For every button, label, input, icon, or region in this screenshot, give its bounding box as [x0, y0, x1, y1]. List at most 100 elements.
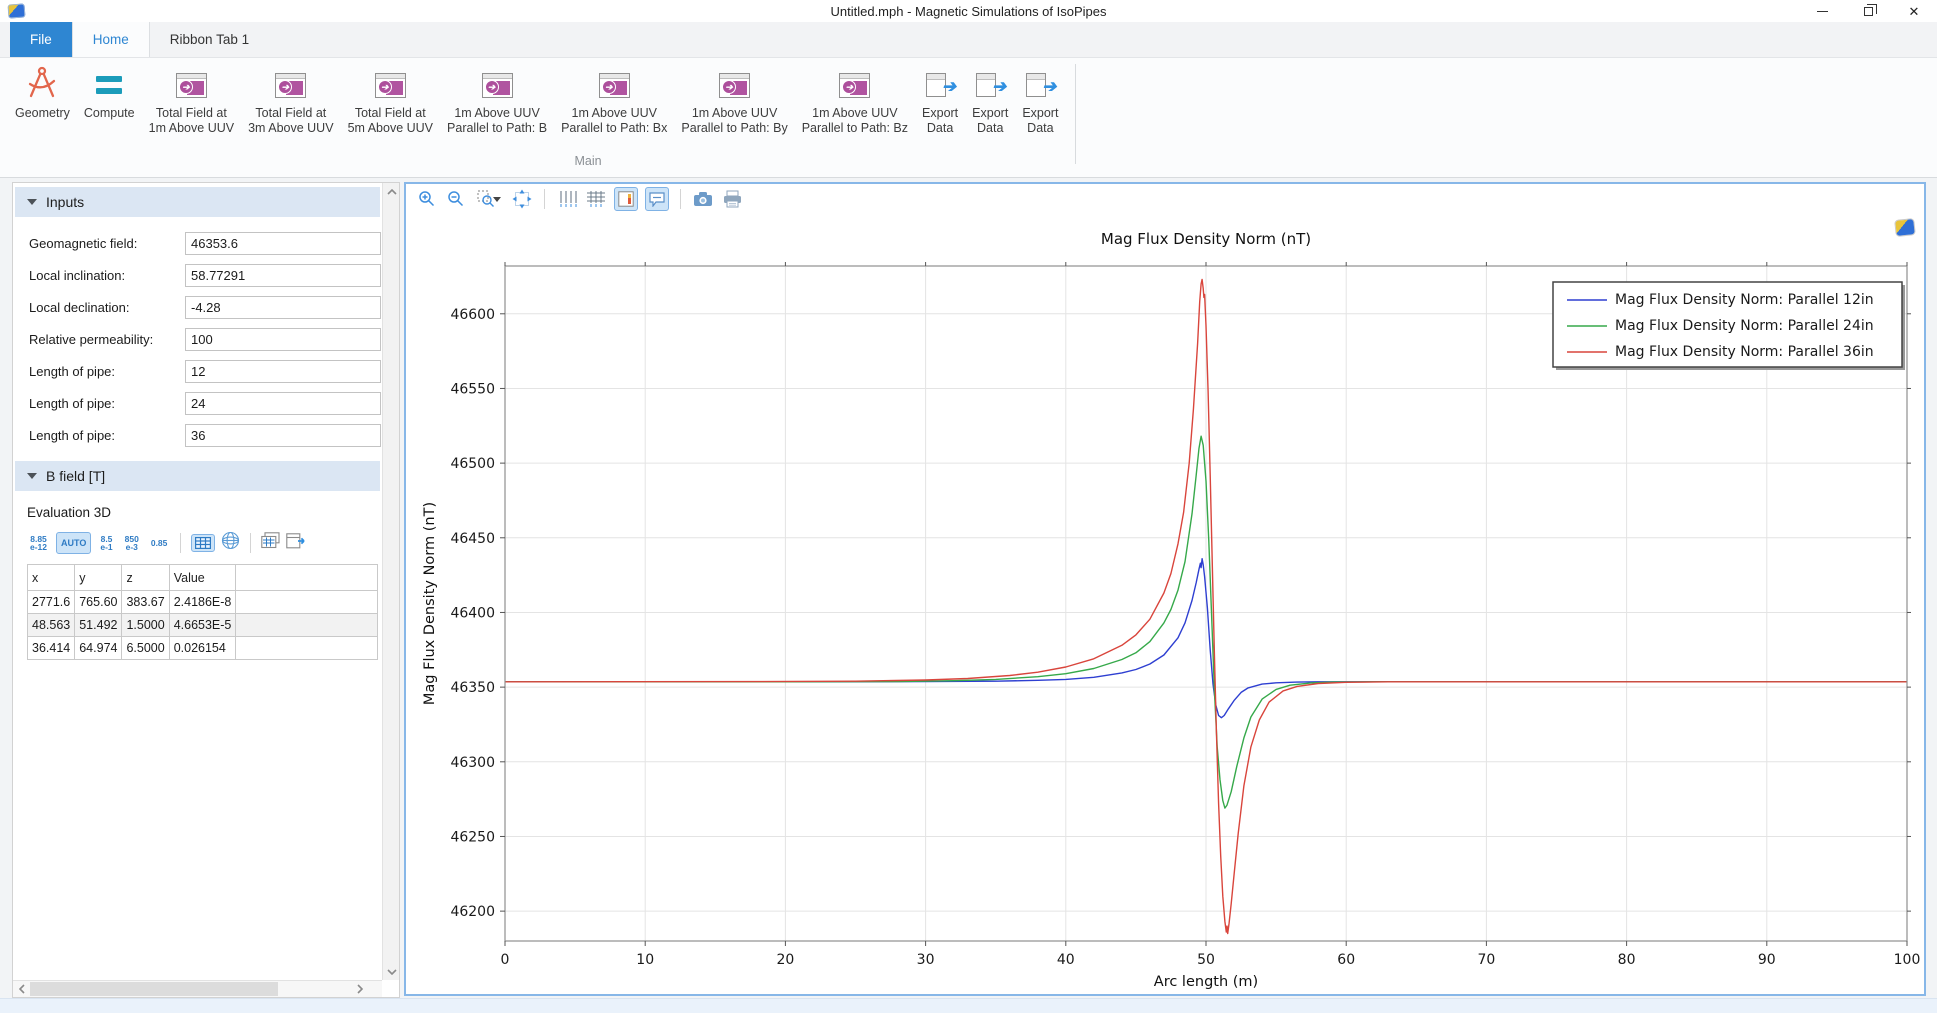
horizontal-scrollbar[interactable] — [13, 980, 382, 997]
table-row[interactable]: 36.414 64.974 6.5000 0.026154 — [28, 637, 378, 660]
field-row: Length of pipe: — [13, 387, 382, 419]
parallel-path-b-button[interactable]: ➔ 1m Above UUV Parallel to Path: B — [440, 62, 554, 136]
zoom-box-button[interactable] — [474, 188, 504, 210]
tooltip-toggle-button[interactable] — [645, 187, 669, 211]
plot-window-icon: ➔ — [599, 73, 630, 98]
sphere-icon — [221, 531, 240, 550]
vertical-scrollbar[interactable] — [382, 183, 399, 980]
x-tick-label: 90 — [1758, 952, 1776, 968]
print-icon — [723, 190, 742, 208]
close-button[interactable]: ✕ — [1891, 0, 1937, 22]
col-header-y[interactable]: y — [75, 565, 122, 591]
export-data-button-3[interactable]: ➔ Export Data — [1015, 62, 1065, 136]
parallel-path-by-button[interactable]: ➔ 1m Above UUV Parallel to Path: By — [674, 62, 794, 136]
zoom-out-button[interactable] — [445, 188, 467, 210]
format-milli-button[interactable]: 850 e-3 — [122, 532, 142, 555]
restore-icon — [1864, 7, 1873, 16]
window-title: Untitled.mph - Magnetic Simulations of I… — [0, 4, 1937, 19]
grid-lines-icon — [586, 190, 606, 208]
x-tick-label: 100 — [1894, 952, 1921, 968]
parallel-path-bx-button[interactable]: ➔ 1m Above UUV Parallel to Path: Bx — [554, 62, 674, 136]
total-field-5m-button[interactable]: ➔ Total Field at 5m Above UUV — [341, 62, 440, 136]
restore-button[interactable] — [1845, 0, 1891, 22]
sphere-plot-button[interactable] — [221, 531, 240, 555]
color-legend-toggle-icon — [618, 191, 634, 207]
chart[interactable]: 0102030405060708090100462004625046300463… — [406, 214, 1924, 994]
graphics-panel: 0102030405060708090100462004625046300463… — [404, 182, 1926, 996]
geometry-button[interactable]: Geometry — [8, 62, 77, 121]
bfield-section-header[interactable]: B field [T] — [15, 461, 380, 491]
export-table-button[interactable] — [286, 533, 308, 554]
y-tick-label: 46550 — [450, 381, 495, 397]
y-tick-label: 46600 — [450, 307, 495, 323]
col-header-value[interactable]: Value — [169, 565, 236, 591]
grid-lines-button[interactable] — [585, 188, 607, 210]
collapse-triangle-icon — [27, 473, 37, 479]
minimize-button[interactable] — [1799, 0, 1845, 22]
toolbar-separator — [680, 189, 681, 209]
format-decimal-button[interactable]: 0.85 — [148, 536, 171, 551]
plot-window-icon: ➔ — [839, 73, 870, 98]
copy-table-icon — [261, 532, 280, 549]
y-tick-label: 46450 — [450, 531, 495, 547]
x-tick-label: 0 — [501, 952, 510, 968]
export-data-button-2[interactable]: ➔ Export Data — [965, 62, 1015, 136]
copy-table-button[interactable] — [261, 532, 280, 554]
length-of-pipe-12-input[interactable] — [185, 360, 381, 383]
col-header-z[interactable]: z — [122, 565, 169, 591]
plot-window-icon: ➔ — [482, 73, 513, 98]
length-of-pipe-36-input[interactable] — [185, 424, 381, 447]
tab-file[interactable]: File — [10, 22, 72, 57]
compute-button[interactable]: Compute — [77, 62, 142, 121]
inputs-section-header[interactable]: Inputs — [15, 187, 380, 217]
format-engineering-button[interactable]: 8.5 e-1 — [97, 532, 115, 555]
print-button[interactable] — [721, 188, 743, 210]
title-bar: Untitled.mph - Magnetic Simulations of I… — [0, 0, 1937, 22]
field-row: Local inclination: — [13, 259, 382, 291]
total-field-3m-button[interactable]: ➔ Total Field at 3m Above UUV — [241, 62, 340, 136]
relative-permeability-input[interactable] — [185, 328, 381, 351]
scroll-up-arrow[interactable] — [383, 183, 400, 200]
horizontal-scroll-thumb[interactable] — [30, 982, 278, 996]
toolbar-separator — [180, 533, 181, 553]
scroll-down-arrow[interactable] — [383, 963, 400, 980]
local-declination-input[interactable] — [185, 296, 381, 319]
format-scientific-button[interactable]: 8.85 e-12 — [27, 532, 50, 555]
col-header-empty — [236, 565, 378, 591]
color-legend-toggle-button[interactable] — [614, 187, 638, 211]
export-data-icon: ➔ — [976, 73, 1004, 97]
geomagnetic-field-input[interactable] — [185, 232, 381, 255]
table-row[interactable]: 2771.6 765.60 383.67 2.4186E-8 — [28, 591, 378, 614]
local-inclination-input[interactable] — [185, 264, 381, 287]
geomagnetic-field-label: Geomagnetic field: — [29, 236, 185, 251]
y-tick-label: 46200 — [450, 904, 495, 920]
col-header-x[interactable]: x — [28, 565, 75, 591]
field-row: Length of pipe: — [13, 355, 382, 387]
tab-home[interactable]: Home — [72, 22, 150, 57]
snapshot-camera-button[interactable] — [692, 188, 714, 210]
y-tick-label: 46350 — [450, 680, 495, 696]
axis-grid-button[interactable] — [556, 188, 578, 210]
export-data-button-1[interactable]: ➔ Export Data — [915, 62, 965, 136]
zoom-in-icon — [418, 190, 436, 208]
scroll-right-arrow[interactable] — [351, 981, 368, 998]
x-tick-label: 70 — [1477, 952, 1495, 968]
length-of-pipe-24-input[interactable] — [185, 392, 381, 415]
zoom-extents-button[interactable] — [511, 188, 533, 210]
scroll-left-arrow[interactable] — [13, 981, 30, 998]
zoom-in-button[interactable] — [416, 188, 438, 210]
parallel-path-bz-button[interactable]: ➔ 1m Above UUV Parallel to Path: Bz — [795, 62, 915, 136]
total-field-1m-button[interactable]: ➔ Total Field at 1m Above UUV — [142, 62, 241, 136]
table-row[interactable]: 48.563 51.492 1.5000 4.6653E-5 — [28, 614, 378, 637]
local-inclination-label: Local inclination: — [29, 268, 185, 283]
minimize-icon — [1817, 11, 1828, 12]
close-icon: ✕ — [1909, 5, 1920, 18]
format-auto-button[interactable]: AUTO — [56, 532, 91, 554]
table-display-icon — [195, 537, 211, 549]
table-display-button[interactable] — [191, 534, 215, 552]
dropdown-caret-icon — [493, 197, 501, 202]
compass-icon — [25, 65, 59, 106]
export-data-icon: ➔ — [926, 73, 954, 97]
tab-ribbon-tab-1[interactable]: Ribbon Tab 1 — [150, 22, 269, 57]
toolbar-separator — [250, 533, 251, 553]
